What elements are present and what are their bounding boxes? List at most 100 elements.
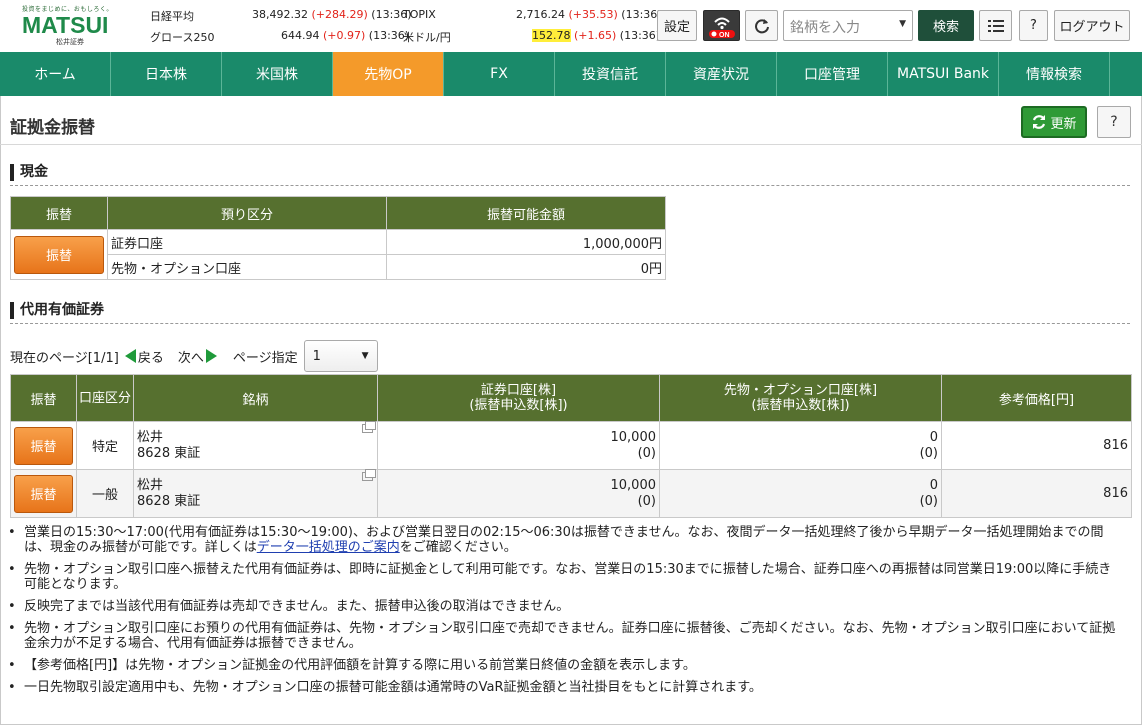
pager: 現在のページ[1/1] 戻る 次へ ページ指定 1 ▼	[10, 340, 378, 372]
list-icon	[987, 19, 1004, 32]
qty: 0	[929, 477, 938, 493]
market-change: (+284.29)	[311, 8, 368, 21]
search-button[interactable]: 検索	[918, 10, 974, 41]
market-value: 644.94	[281, 29, 320, 42]
column-header: 銘柄	[133, 374, 378, 422]
note-item: 【参考価格[円]】は先物・オプション証拠金の代用評価額を計算する際に用いる前営業…	[8, 658, 1124, 673]
on-label: ON	[719, 32, 730, 39]
realtime-toggle-button[interactable]: ON	[703, 10, 740, 41]
nav-item-us-stocks[interactable]: 米国株	[222, 52, 333, 96]
note-item: 先物・オプション取引口座にお預りの代用有価証券は、先物・オプション取引口座で売却…	[8, 621, 1124, 651]
next-arrow-icon[interactable]	[205, 349, 217, 363]
transfer-cell: 振替	[10, 229, 108, 280]
main-nav: ホーム 日本株 米国株 先物OP FX 投資信託 資産状況 口座管理 MATSU…	[0, 52, 1142, 96]
open-window-icon[interactable]	[362, 421, 376, 433]
cash-transfer-button[interactable]: 振替	[14, 235, 104, 274]
table-header-row: 振替 口座区分 銘柄 証券口座[株] (振替申込数[株]) 先物・オプション口座…	[10, 374, 1132, 422]
market-nikkei: 日経平均	[150, 8, 194, 24]
market-time: (13:36)	[619, 29, 661, 42]
market-change: (+0.97)	[323, 29, 366, 42]
search-placeholder: 銘柄を入力	[790, 20, 860, 36]
batch-processing-info-link[interactable]: データ一括処理のご案内	[257, 540, 400, 555]
cash-table: 振替 預り区分 振替可能金額 振替 証券口座 1,000,000円 先物・オプシ…	[10, 196, 666, 280]
menu-list-button[interactable]	[979, 10, 1012, 41]
help-button[interactable]: ?	[1019, 10, 1048, 41]
table-row: 振替 特定 松井 8628 東証 10,000 (0) 0 (0) 816	[10, 421, 1132, 470]
chevron-down-icon: ▼	[899, 19, 906, 29]
settings-button[interactable]: 設定	[657, 10, 697, 41]
pager-prev-link[interactable]: 戻る	[138, 347, 164, 366]
securities-section-title: 代用有価証券	[10, 302, 104, 319]
stock-code: 8628 東証	[137, 493, 201, 509]
req-qty: (0)	[919, 445, 938, 461]
pager-next-link[interactable]: 次へ	[178, 347, 204, 366]
section-divider	[10, 185, 1130, 186]
market-change: (+1.65)	[574, 29, 617, 42]
table-header-row: 振替 預り区分 振替可能金額	[10, 196, 666, 230]
nav-item-fx[interactable]: FX	[444, 52, 555, 96]
header: 投資をまじめに、おもしろく。 MATSUI 松井証券 日経平均 38,492.3…	[0, 0, 1142, 52]
stock-search-select[interactable]: 銘柄を入力 ▼	[783, 10, 913, 41]
stock-code: 8628 東証	[137, 445, 201, 461]
market-name: 日経平均	[150, 10, 194, 23]
notes-list: 営業日の15:30～17:00(代用有価証券は15:30～19:00)、および営…	[0, 525, 1124, 702]
securities-qty-cell: 10,000 (0)	[377, 469, 660, 518]
transfer-cell: 振替	[10, 421, 77, 470]
account-type-cell: 一般	[76, 469, 134, 518]
cash-section-title: 現金	[10, 164, 48, 181]
nav-item-info-search[interactable]: 情報検索	[999, 52, 1110, 96]
amount-cell: 1,000,000円	[386, 229, 666, 255]
column-header: 振替	[10, 374, 77, 422]
prev-arrow-icon[interactable]	[124, 349, 136, 363]
page-select[interactable]: 1 ▼	[303, 340, 378, 372]
futures-qty-cell: 0 (0)	[659, 421, 942, 470]
stock-name: 松井	[137, 477, 164, 493]
logout-button[interactable]: ログアウト	[1054, 10, 1130, 41]
table-row: 振替 証券口座 1,000,000円	[10, 229, 666, 280]
account-type-cell: 特定	[76, 421, 134, 470]
column-header: 振替可能金額	[386, 196, 666, 230]
column-header: 振替	[10, 196, 108, 230]
page-select-label: ページ指定	[232, 350, 298, 366]
note-item: 先物・オプション取引口座へ振替えた代用有価証券は、即時に証拠金として利用可能です…	[8, 562, 1124, 592]
account-cell: 証券口座	[107, 229, 387, 255]
column-header: 口座区分	[76, 374, 134, 422]
stock-cell: 松井 8628 東証	[133, 469, 378, 518]
nav-item-assets[interactable]: 資産状況	[666, 52, 777, 96]
account-cell: 先物・オプション口座	[107, 254, 387, 280]
nav-item-japan-stocks[interactable]: 日本株	[111, 52, 222, 96]
page-select-value: 1	[312, 348, 321, 364]
note-item: 営業日の15:30～17:00(代用有価証券は15:30～19:00)、および営…	[8, 525, 1124, 555]
open-window-icon[interactable]	[362, 469, 376, 481]
refresh-button[interactable]: 更新	[1021, 106, 1087, 138]
qty: 10,000	[610, 429, 657, 445]
nav-item-home[interactable]: ホーム	[0, 52, 111, 96]
title-bar: 証拠金振替	[0, 96, 1142, 145]
market-usdjpy: 米ドル/円	[403, 29, 451, 45]
nav-item-investment-trust[interactable]: 投資信託	[555, 52, 666, 96]
req-qty: (0)	[919, 493, 938, 509]
securities-transfer-button[interactable]: 振替	[14, 474, 73, 513]
qty: 10,000	[610, 477, 657, 493]
signal-on-icon: ON	[708, 17, 735, 39]
logo-name: MATSUI	[22, 12, 109, 38]
matsui-logo[interactable]: 投資をまじめに、おもしろく。 MATSUI 松井証券	[22, 4, 122, 48]
market-nikkei-values: 38,492.32 (+284.29) (13:36)	[252, 8, 412, 21]
note-text: をご確認ください。	[399, 540, 517, 555]
column-header-line: (振替申込数[株])	[751, 398, 850, 413]
market-change: (+35.53)	[568, 8, 618, 21]
market-topix: TOPIX	[403, 8, 436, 21]
securities-transfer-button[interactable]: 振替	[14, 426, 73, 465]
market-value: 38,492.32	[252, 8, 308, 21]
futures-qty-cell: 0 (0)	[659, 469, 942, 518]
column-header-line: 先物・オプション口座[株]	[723, 383, 878, 398]
nav-item-futures-options[interactable]: 先物OP	[333, 52, 444, 96]
reload-button[interactable]	[745, 10, 778, 41]
refresh-label: 更新	[1050, 116, 1077, 132]
nav-item-account[interactable]: 口座管理	[777, 52, 888, 96]
amount-cell: 0円	[386, 254, 666, 280]
page-help-button[interactable]: ?	[1097, 106, 1131, 138]
market-name: 米ドル/円	[403, 31, 451, 44]
note-item: 一日先物取引設定適用中も、先物・オプション口座の振替可能金額は通常時のVaR証拠…	[8, 680, 1124, 695]
nav-item-matsui-bank[interactable]: MATSUI Bank	[888, 52, 999, 96]
